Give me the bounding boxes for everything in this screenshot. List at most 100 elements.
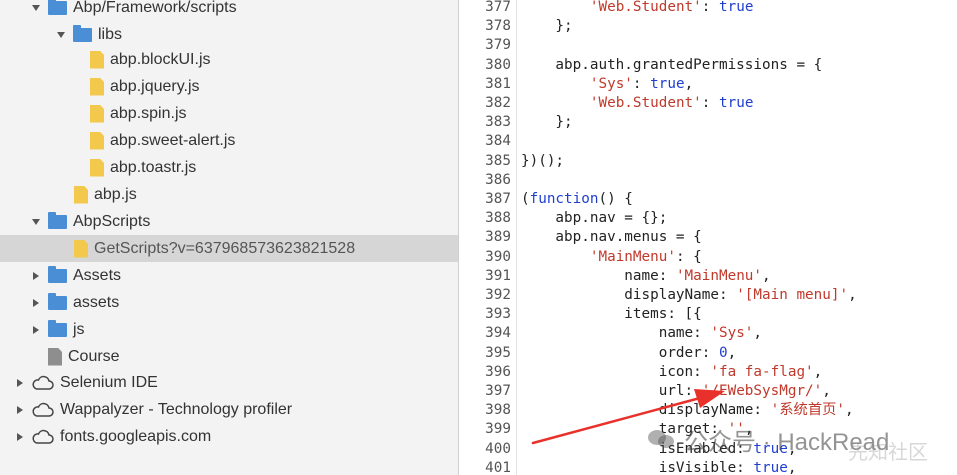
code-text: abp.nav.menus = { (521, 228, 702, 247)
code-token: items: [{ (521, 306, 702, 323)
code-token: , (822, 383, 831, 399)
keyword-token: function (529, 191, 599, 207)
code-token: abp.nav.menus = { (521, 229, 702, 246)
tree-item-assets[interactable]: assets (0, 289, 458, 316)
code-token: , (787, 459, 797, 475)
code-line: 394 name: 'Sys', (459, 324, 957, 343)
code-token: })(); (521, 152, 565, 169)
line-number: 390 (485, 248, 511, 265)
code-text: target: '', (521, 420, 754, 439)
tree-item-abp-toastr-js[interactable]: abp.toastr.js (0, 154, 458, 181)
code-line: 378 }; (459, 17, 957, 36)
code-token: isVisible: (521, 459, 754, 475)
code-token: , (727, 344, 737, 361)
keyword-token: true (753, 440, 788, 457)
tree-item-abp-sweet-alert-js[interactable]: abp.sweet-alert.js (0, 127, 458, 154)
tree-item-js[interactable]: js (0, 316, 458, 343)
file-icon (74, 239, 88, 258)
code-text: 'Web.Student': true (521, 0, 754, 17)
line-number: 398 (485, 402, 511, 419)
line-number: 387 (485, 191, 511, 207)
code-text: items: [{ (521, 305, 702, 324)
code-line: 390 'MainMenu': { (459, 248, 957, 267)
string-token: 'fa fa-flag' (710, 363, 814, 380)
code-line: 379 (459, 36, 957, 55)
code-text: abp.auth.grantedPermissions = { (521, 56, 822, 75)
code-text: abp.nav = {}; (521, 209, 667, 228)
code-token: isEnabled: (521, 440, 754, 457)
document-icon (48, 347, 62, 366)
tree-item-label: Assets (73, 266, 122, 284)
code-token: : (701, 95, 719, 111)
tree-item-abp-framework-scripts[interactable]: Abp/Framework/scripts (0, 0, 458, 21)
tree-item-abpscripts[interactable]: AbpScripts (0, 208, 458, 235)
string-token: 'Web.Student' (589, 95, 702, 111)
caret-right-icon[interactable] (14, 377, 26, 389)
caret-right-icon[interactable] (30, 297, 42, 309)
code-token: url: (521, 383, 702, 399)
string-token: '系统首页' (770, 402, 846, 419)
code-text: isEnabled: true, (521, 440, 797, 459)
code-text: isVisible: true, (521, 459, 797, 475)
code-line: 387 (function() { (459, 190, 957, 209)
tree-item-abp-blockui-js[interactable]: abp.blockUI.js (0, 46, 458, 73)
code-text: 'Web.Student': true (521, 94, 754, 113)
tree-item-label: js (73, 320, 85, 338)
tree-item-wappalyzer-technology-profiler[interactable]: Wappalyzer - Technology profiler (0, 396, 458, 423)
caret-right-icon[interactable] (30, 324, 42, 336)
code-token: icon: (521, 363, 711, 380)
tree-item-label: AbpScripts (73, 212, 151, 230)
tree-item-libs[interactable]: libs (0, 21, 458, 48)
caret-down-icon[interactable] (30, 216, 42, 228)
code-token: , (845, 402, 854, 419)
code-token: , (684, 75, 694, 92)
caret-down-icon[interactable] (55, 29, 67, 41)
code-line: 395 order: 0, (459, 344, 957, 363)
tree-item-label: abp.sweet-alert.js (110, 131, 236, 149)
code-token: abp.auth.grantedPermissions = { (521, 56, 823, 73)
tree-item-assets[interactable]: Assets (0, 262, 458, 289)
line-number: 392 (485, 287, 511, 303)
caret-right-icon[interactable] (14, 431, 26, 443)
line-number: 382 (485, 95, 511, 111)
keyword-token: true (650, 75, 685, 92)
line-number: 381 (485, 75, 511, 92)
code-token: , (744, 421, 754, 438)
code-text: url: '/EWebSysMgr/', (521, 382, 831, 401)
line-number: 384 (485, 133, 511, 150)
code-token: : (632, 75, 651, 92)
tree-item-abp-jquery-js[interactable]: abp.jquery.js (0, 73, 458, 100)
code-text: name: 'MainMenu', (521, 267, 770, 286)
tree-item-course[interactable]: Course (0, 343, 458, 370)
caret-right-icon[interactable] (14, 404, 26, 416)
tree-item-selenium-ide[interactable]: Selenium IDE (0, 369, 458, 396)
cloud-icon (32, 375, 54, 391)
folder-icon (48, 211, 67, 229)
tree-item-label: Abp/Framework/scripts (73, 0, 237, 16)
tree-item-abp-js[interactable]: abp.js (0, 181, 458, 208)
code-text: displayName: '系统首页', (521, 401, 854, 420)
keyword-token: 0 (718, 344, 728, 361)
line-number: 389 (485, 229, 511, 246)
code-token: displayName: (521, 287, 737, 303)
file-icon (90, 158, 104, 177)
code-text: (function() { (521, 190, 633, 209)
code-token: }; (521, 18, 573, 35)
code-token: : { (675, 248, 702, 265)
caret-right-icon[interactable] (30, 270, 42, 282)
file-icon (90, 77, 104, 96)
code-token: abp.nav = {}; (521, 210, 668, 227)
line-number: 385 (485, 152, 511, 169)
caret-down-icon[interactable] (30, 2, 42, 14)
tree-item-label: libs (98, 25, 123, 43)
tree-item-abp-spin-js[interactable]: abp.spin.js (0, 100, 458, 127)
tree-item-fonts-googleapis-com[interactable]: fonts.googleapis.com (0, 423, 458, 450)
keyword-token: true (719, 95, 754, 111)
tree-item-getscripts-v-637968573623821528[interactable]: GetScripts?v=637968573623821528 (0, 235, 458, 262)
code-line: 377 'Web.Student': true (459, 0, 957, 17)
code-token: name: (521, 267, 676, 284)
tree-item-label: fonts.googleapis.com (60, 427, 212, 445)
